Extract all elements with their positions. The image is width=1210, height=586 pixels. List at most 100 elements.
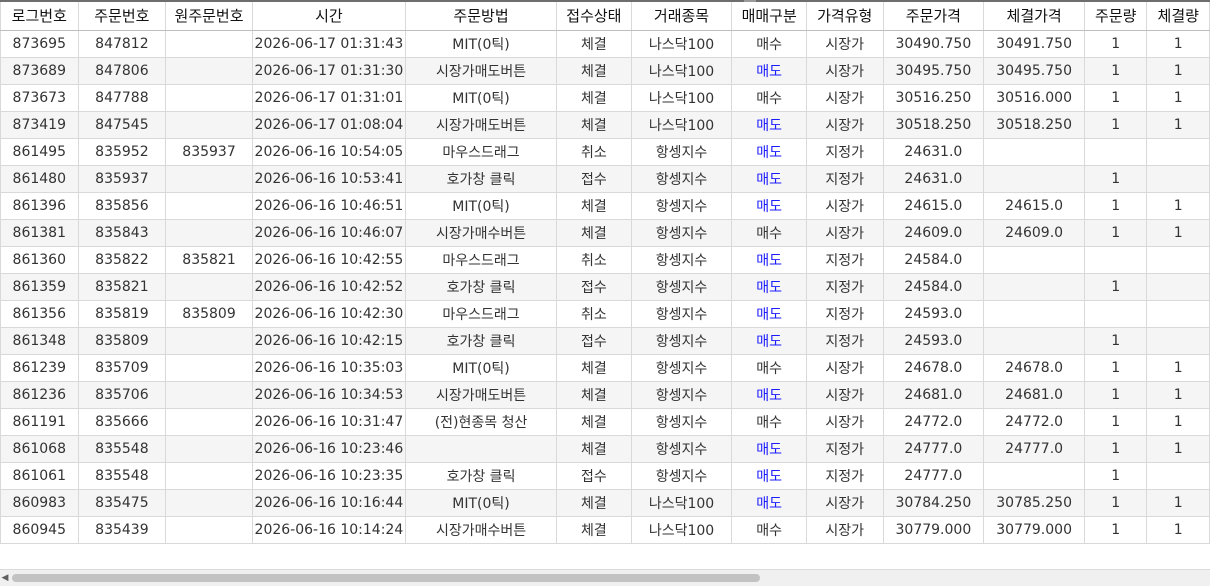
cell-original-order-no [165, 461, 253, 490]
cell-price-type: 지정가 [805, 137, 884, 166]
cell-fill-price [983, 326, 1085, 355]
cell-order-price: 24593.0 [882, 326, 985, 355]
col-header-order-method[interactable]: 주문방법 [404, 0, 558, 31]
cell-fill-price: 30516.000 [983, 83, 1085, 112]
cell-log-no: 861360 [0, 245, 79, 274]
cell-original-order-no [165, 218, 253, 247]
table-row[interactable]: 861480 835937 2026-06-16 10:53:41 호가창 클릭 접수 항… [0, 164, 1210, 193]
cell-log-no: 861396 [0, 191, 79, 220]
cell-log-no: 861236 [0, 380, 79, 409]
cell-fill-qty: 1 [1146, 56, 1210, 85]
table-row[interactable]: 861495 835952 835937 2026-06-16 10:54:05 마우스… [0, 137, 1210, 166]
cell-time: 2026-06-17 01:31:01 [251, 83, 406, 112]
col-header-fill-price[interactable]: 체결가격 [983, 0, 1085, 31]
table-row[interactable]: 860945 835439 2026-06-16 10:14:24 시장가매수버튼 체결… [0, 515, 1210, 544]
cell-instrument: 항셍지수 [630, 434, 733, 463]
cell-fill-price: 30518.250 [983, 110, 1085, 139]
table-row[interactable]: 861360 835822 835821 2026-06-16 10:42:55 마우스… [0, 245, 1210, 274]
cell-order-qty: 1 [1083, 515, 1148, 544]
cell-order-qty: 1 [1083, 110, 1148, 139]
table-row[interactable]: 873695 847812 2026-06-17 01:31:43 MIT(0틱) 체결… [0, 29, 1210, 58]
cell-receipt-status: 체결 [556, 488, 632, 517]
table-row[interactable]: 873419 847545 2026-06-17 01:08:04 시장가매도버튼 체결… [0, 110, 1210, 139]
cell-log-no: 860983 [0, 488, 79, 517]
table-row[interactable]: 861396 835856 2026-06-16 10:46:51 MIT(0틱) 체결… [0, 191, 1210, 220]
cell-fill-price [983, 137, 1085, 166]
cell-original-order-no [165, 83, 253, 112]
cell-order-no: 835809 [77, 326, 167, 355]
col-header-instrument[interactable]: 거래종목 [630, 0, 733, 31]
cell-order-price: 24584.0 [882, 272, 985, 301]
cell-side: 매도 [731, 164, 807, 193]
cell-side: 매수 [731, 515, 807, 544]
table-row[interactable]: 861381 835843 2026-06-16 10:46:07 시장가매수버튼 체결… [0, 218, 1210, 247]
cell-instrument: 나스닥100 [630, 29, 733, 58]
cell-order-no: 835709 [77, 353, 167, 382]
cell-side: 매수 [731, 218, 807, 247]
cell-order-price: 24631.0 [882, 137, 985, 166]
table-row[interactable]: 873673 847788 2026-06-17 01:31:01 MIT(0틱) 체결… [0, 83, 1210, 112]
cell-order-no: 835821 [77, 272, 167, 301]
cell-log-no: 861356 [0, 299, 79, 328]
cell-order-no: 847788 [77, 83, 167, 112]
table-row[interactable]: 861236 835706 2026-06-16 10:34:53 시장가매도버튼 체결… [0, 380, 1210, 409]
table-row[interactable]: 861068 835548 2026-06-16 10:23:46 체결 항셍지수 매도 지… [0, 434, 1210, 463]
cell-log-no: 861495 [0, 137, 79, 166]
cell-log-no: 861348 [0, 326, 79, 355]
cell-order-price: 24615.0 [882, 191, 985, 220]
col-header-time[interactable]: 시간 [251, 0, 406, 31]
cell-original-order-no: 835821 [165, 245, 253, 274]
cell-time: 2026-06-16 10:16:44 [251, 488, 406, 517]
cell-order-price: 30495.750 [882, 56, 985, 85]
cell-instrument: 항셍지수 [630, 191, 733, 220]
table-row[interactable]: 861191 835666 2026-06-16 10:31:47 (전)현종목 청산… [0, 407, 1210, 436]
cell-price-type: 지정가 [805, 299, 884, 328]
col-header-order-price[interactable]: 주문가격 [882, 0, 985, 31]
table-row[interactable]: 873689 847806 2026-06-17 01:31:30 시장가매도버튼 체결… [0, 56, 1210, 85]
cell-order-qty: 1 [1083, 407, 1148, 436]
cell-instrument: 항셍지수 [630, 326, 733, 355]
cell-order-price: 24593.0 [882, 299, 985, 328]
cell-original-order-no [165, 164, 253, 193]
cell-order-method: MIT(0틱) [404, 353, 558, 382]
cell-side: 매수 [731, 353, 807, 382]
table-row[interactable]: 861359 835821 2026-06-16 10:42:52 호가창 클릭 접수 항… [0, 272, 1210, 301]
cell-original-order-no [165, 191, 253, 220]
cell-fill-qty: 1 [1146, 83, 1210, 112]
cell-order-qty: 1 [1083, 218, 1148, 247]
cell-time: 2026-06-16 10:23:35 [251, 461, 406, 490]
table-row[interactable]: 861239 835709 2026-06-16 10:35:03 MIT(0틱) 체결… [0, 353, 1210, 382]
cell-original-order-no [165, 434, 253, 463]
table-row[interactable]: 861356 835819 835809 2026-06-16 10:42:30 마우스… [0, 299, 1210, 328]
cell-order-qty: 1 [1083, 353, 1148, 382]
col-header-price-type[interactable]: 가격유형 [805, 0, 884, 31]
order-log-table: 로그번호 주문번호 원주문번호 시간 주문방법 접수상태 거래종목 매매구분 가… [0, 0, 1210, 544]
cell-fill-price: 24609.0 [983, 218, 1085, 247]
cell-order-no: 835843 [77, 218, 167, 247]
cell-log-no: 861061 [0, 461, 79, 490]
cell-order-method: 시장가매수버튼 [404, 218, 558, 247]
col-header-order-no[interactable]: 주문번호 [77, 0, 167, 31]
cell-instrument: 항셍지수 [630, 245, 733, 274]
cell-price-type: 시장가 [805, 218, 884, 247]
table-row[interactable]: 860983 835475 2026-06-16 10:16:44 MIT(0틱) 체결… [0, 488, 1210, 517]
horizontal-scrollbar[interactable]: ◀ [0, 569, 1210, 586]
col-header-receipt-status[interactable]: 접수상태 [556, 0, 632, 31]
cell-side: 매도 [731, 326, 807, 355]
cell-order-method: 시장가매수버튼 [404, 515, 558, 544]
col-header-original-order-no[interactable]: 원주문번호 [165, 0, 253, 31]
cell-order-no: 835548 [77, 434, 167, 463]
cell-fill-price: 24681.0 [983, 380, 1085, 409]
cell-fill-price [983, 272, 1085, 301]
cell-order-price: 24772.0 [882, 407, 985, 436]
table-row[interactable]: 861061 835548 2026-06-16 10:23:35 호가창 클릭 접수 항… [0, 461, 1210, 490]
scroll-left-icon[interactable]: ◀ [0, 573, 10, 583]
scrollbar-thumb[interactable] [12, 574, 760, 582]
col-header-side[interactable]: 매매구분 [731, 0, 807, 31]
cell-time: 2026-06-16 10:53:41 [251, 164, 406, 193]
col-header-log-no[interactable]: 로그번호 [0, 0, 79, 31]
col-header-fill-qty[interactable]: 체결량 [1146, 0, 1210, 31]
cell-fill-qty: 1 [1146, 407, 1210, 436]
table-row[interactable]: 861348 835809 2026-06-16 10:42:15 호가창 클릭 접수 항… [0, 326, 1210, 355]
col-header-order-qty[interactable]: 주문량 [1083, 0, 1148, 31]
